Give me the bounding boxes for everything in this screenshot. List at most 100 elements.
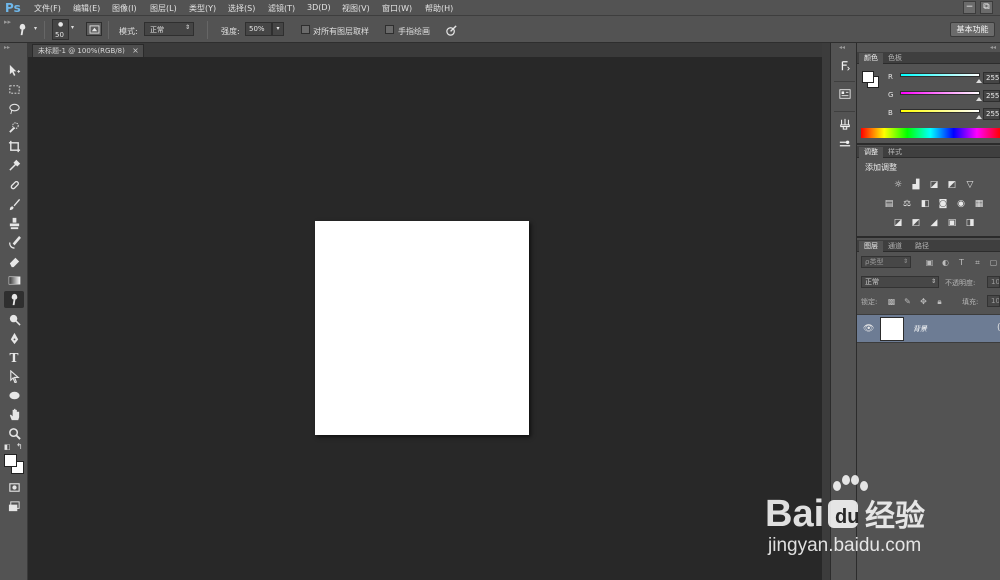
ellipse-tool-icon[interactable] (4, 387, 24, 404)
restore-button[interactable]: ⧉ (980, 1, 993, 14)
menu-window[interactable]: 窗口(W) (382, 3, 412, 14)
gradient-tool-icon[interactable] (4, 272, 24, 289)
brush-size-picker[interactable]: ● 50 (52, 19, 69, 40)
invert-icon[interactable]: ◪ (892, 218, 904, 228)
lasso-tool-icon[interactable] (4, 100, 24, 117)
color-balance-icon[interactable]: ⚖ (901, 199, 913, 209)
collapse-icon[interactable]: ◂◂ (990, 44, 996, 51)
menu-filter[interactable]: 滤镜(T) (268, 3, 295, 14)
levels-icon[interactable]: ▟ (910, 180, 922, 190)
menu-edit[interactable]: 编辑(E) (73, 3, 100, 14)
threshold-icon[interactable]: ◢ (928, 218, 940, 228)
lock-transparent-icon[interactable]: ▩ (887, 297, 896, 306)
eraser-tool-icon[interactable] (4, 253, 24, 270)
menu-help[interactable]: 帮助(H) (425, 3, 453, 14)
tab-paths[interactable]: 路径 (910, 241, 934, 252)
quick-mask-icon[interactable] (4, 479, 24, 496)
channel-slider-r[interactable] (900, 73, 980, 77)
channel-value-g[interactable]: 255 (983, 90, 1000, 102)
menu-image[interactable]: 图像(I) (112, 3, 137, 14)
posterize-icon[interactable]: ◩ (910, 218, 922, 228)
history-brush-tool-icon[interactable] (4, 234, 24, 251)
color-lookup-icon[interactable]: ▦ (973, 199, 985, 209)
smudge-tool-preset-icon[interactable] (14, 21, 30, 37)
selective-color-icon[interactable]: ▣ (946, 218, 958, 228)
filter-type-icon[interactable]: T (957, 258, 966, 267)
channel-slider-b[interactable] (900, 109, 980, 113)
exposure-icon[interactable]: ◩ (946, 180, 958, 190)
type-tool-icon[interactable]: T (4, 349, 24, 366)
blend-mode-select[interactable]: 正常 ⇕ (861, 276, 939, 288)
tab-color[interactable]: 颜色 (859, 53, 883, 64)
dodge-tool-icon[interactable] (4, 311, 24, 328)
menu-type[interactable]: 类型(Y) (189, 3, 216, 14)
tab-layers[interactable]: 图层 (859, 241, 883, 252)
properties-panel-icon[interactable] (836, 88, 853, 103)
default-colors-icon[interactable]: ◧ (4, 443, 11, 451)
slider-thumb-r[interactable] (976, 79, 982, 83)
channel-value-b[interactable]: 255 (983, 108, 1000, 120)
crop-tool-icon[interactable] (4, 138, 24, 155)
path-selection-tool-icon[interactable] (4, 368, 24, 385)
quick-selection-tool-icon[interactable] (4, 119, 24, 136)
canvas-area[interactable] (28, 57, 830, 580)
workspace-switcher-button[interactable]: 基本功能 (950, 22, 995, 37)
tab-swatches[interactable]: 色板 (883, 53, 907, 64)
clone-source-panel-icon[interactable] (836, 138, 853, 153)
menu-layer[interactable]: 图层(L) (150, 3, 177, 14)
eyedropper-tool-icon[interactable] (4, 157, 24, 174)
visibility-eye-icon[interactable]: 👁︎ (863, 324, 874, 334)
hand-tool-icon[interactable] (4, 406, 24, 423)
filter-adjustment-icon[interactable]: ◐ (941, 258, 950, 267)
close-icon[interactable]: × (132, 45, 139, 57)
channel-slider-g[interactable] (900, 91, 980, 95)
brightness-contrast-icon[interactable]: ☼ (892, 180, 904, 190)
menu-3d[interactable]: 3D(D) (307, 3, 331, 12)
filter-smart-object-icon[interactable]: ▢ (989, 258, 998, 267)
mode-select[interactable]: 正常 ⇕ (144, 22, 194, 36)
zoom-tool-icon[interactable] (4, 425, 24, 442)
minimize-button[interactable]: − (963, 1, 976, 14)
layer-filter-select[interactable]: ρ类型 ⇕ (861, 256, 911, 268)
tab-styles[interactable]: 样式 (883, 147, 907, 158)
pen-tool-icon[interactable] (4, 330, 24, 347)
healing-brush-tool-icon[interactable] (4, 177, 24, 194)
black-white-icon[interactable]: ◧ (919, 199, 931, 209)
marquee-tool-icon[interactable] (4, 81, 24, 98)
foreground-color-swatch[interactable] (862, 71, 874, 83)
lock-pixels-icon[interactable]: ✎ (903, 297, 912, 306)
screen-mode-icon[interactable] (4, 498, 24, 515)
move-tool-icon[interactable] (4, 62, 24, 79)
slider-thumb-g[interactable] (976, 97, 982, 101)
opacity-input[interactable]: 100 (987, 276, 1000, 288)
brush-size-dropdown-arrow[interactable]: ▾ (71, 24, 74, 31)
menu-view[interactable]: 视图(V) (342, 3, 370, 14)
smudge-tool-icon[interactable] (4, 291, 24, 308)
lock-position-icon[interactable]: ✥ (919, 297, 928, 306)
filter-shape-icon[interactable]: ⌗ (973, 258, 982, 267)
document-tab[interactable]: 未标题-1 @ 100%(RGB/8) × (32, 44, 144, 57)
strength-dropdown-arrow[interactable]: ▾ (272, 22, 284, 36)
swap-colors-icon[interactable]: ↰ (16, 442, 23, 451)
tab-adjustments[interactable]: 调整 (859, 147, 883, 158)
sample-all-layers-checkbox[interactable] (301, 25, 310, 34)
filter-pixel-icon[interactable]: ▣ (925, 258, 934, 267)
strength-input[interactable]: 50% (245, 22, 272, 36)
menu-file[interactable]: 文件(F) (34, 3, 61, 14)
gradient-map-icon[interactable]: ◨ (964, 218, 976, 228)
channel-mixer-icon[interactable]: ◉ (955, 199, 967, 209)
color-spectrum-bar[interactable] (861, 128, 1000, 138)
collapse-icon[interactable]: ▸▸ (4, 44, 10, 51)
brush-presets-panel-icon[interactable] (836, 118, 853, 133)
menu-select[interactable]: 选择(S) (228, 3, 255, 14)
preset-dropdown-arrow[interactable]: ▾ (34, 25, 37, 32)
curves-icon[interactable]: ◪ (928, 180, 940, 190)
lock-all-icon[interactable]: 🔒︎ (935, 297, 944, 306)
document-canvas[interactable] (315, 221, 529, 435)
foreground-color-swatch[interactable] (4, 454, 17, 467)
finger-painting-checkbox[interactable] (385, 25, 394, 34)
vibrance-icon[interactable]: ▽ (964, 180, 976, 190)
history-panel-icon[interactable] (836, 60, 853, 75)
channel-value-r[interactable]: 255 (983, 72, 1000, 84)
brush-panel-toggle-button[interactable] (86, 22, 102, 36)
